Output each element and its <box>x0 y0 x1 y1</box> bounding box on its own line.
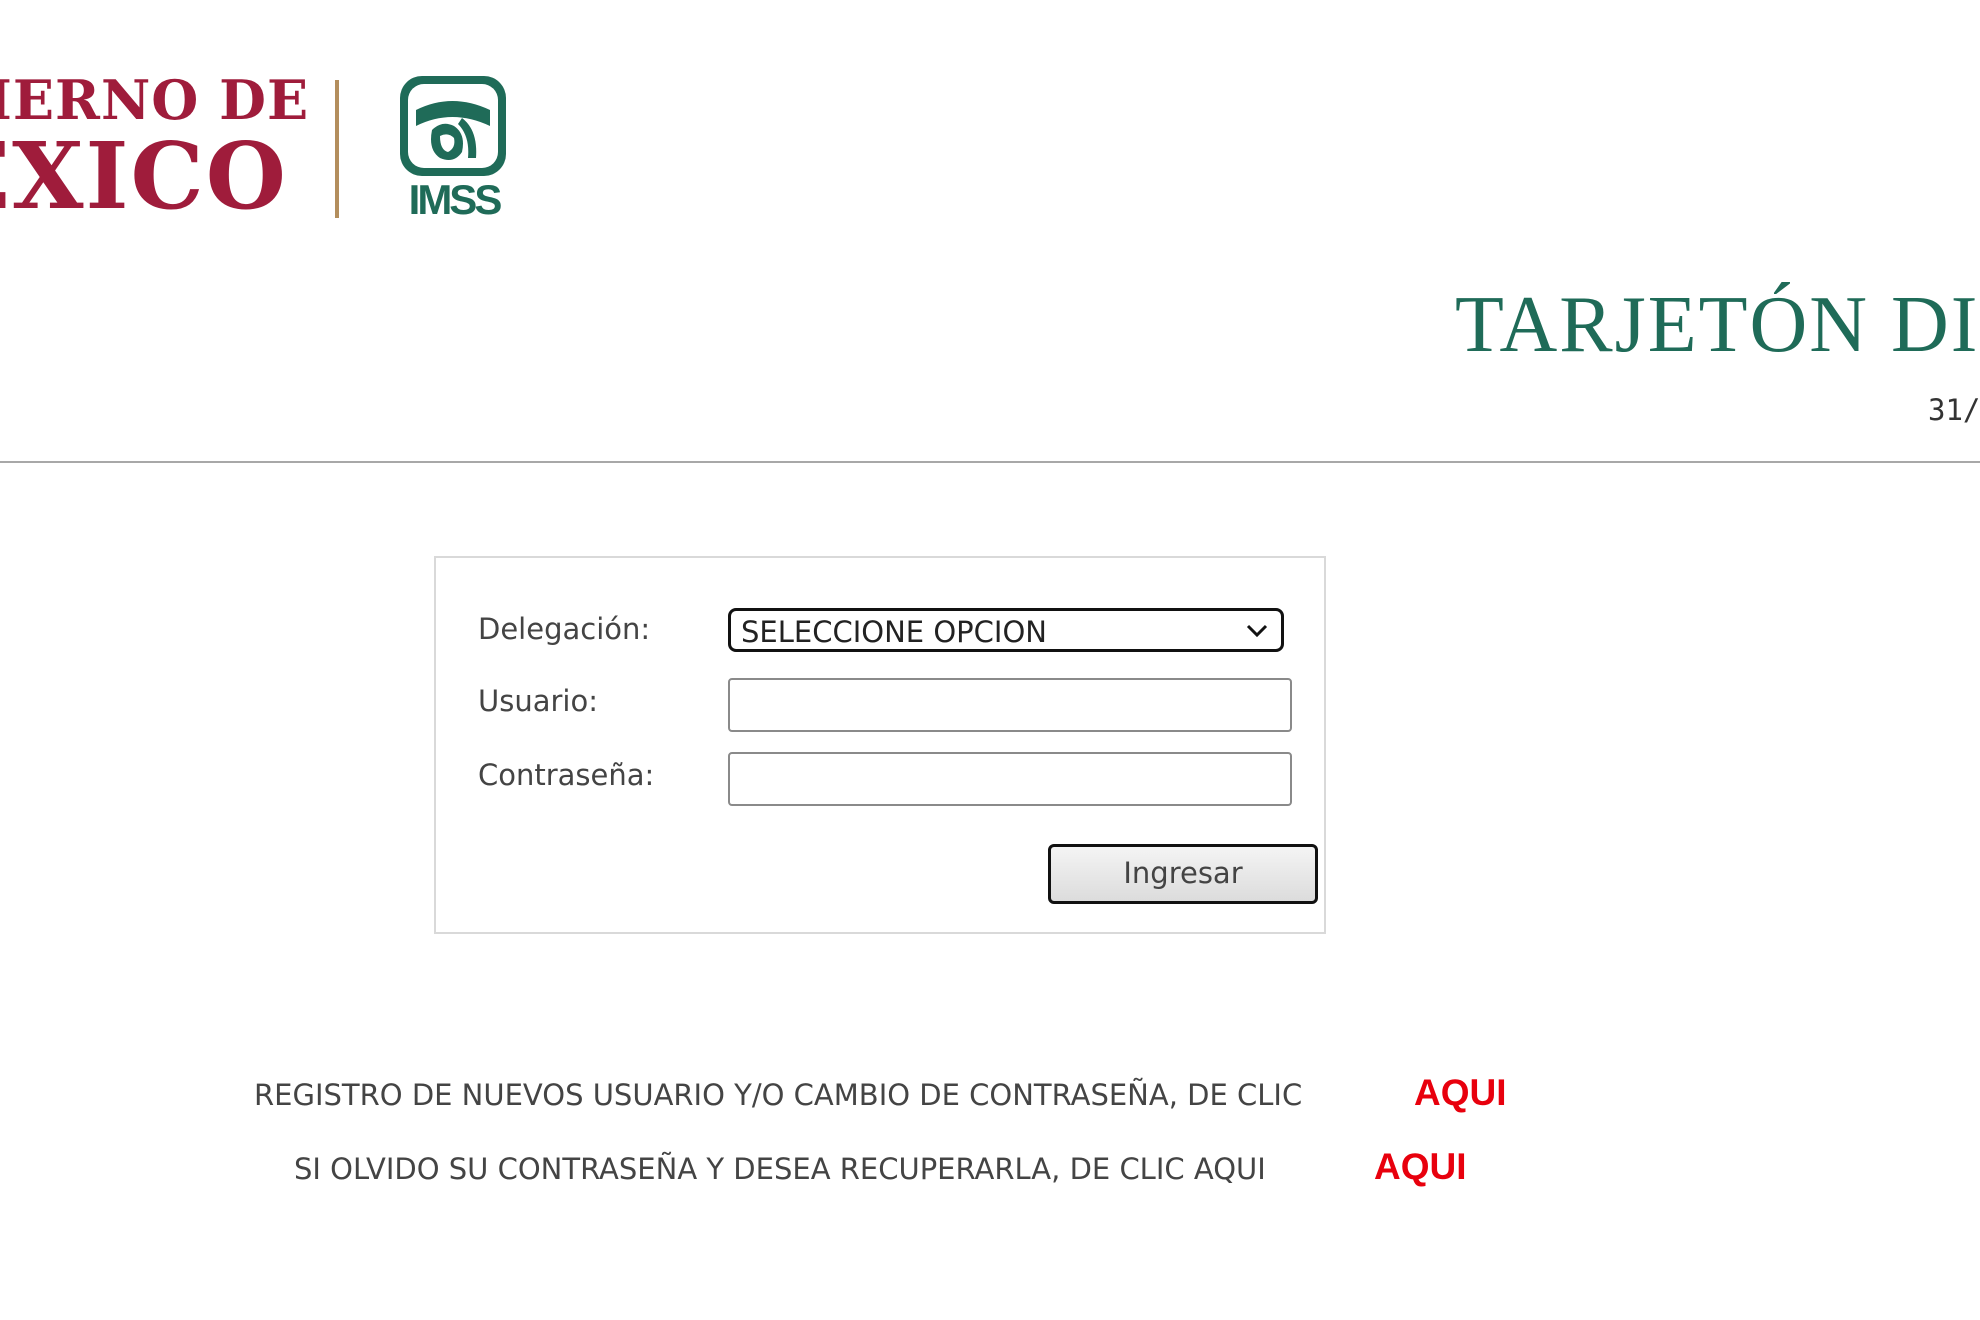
page-title: TARJETÓN DIG <box>1455 281 1980 369</box>
login-form: Delegación: SELECCIONE OPCION Usuario: C… <box>434 556 1326 934</box>
gob-logo-line1: BIERNO DE <box>0 70 310 132</box>
usuario-input[interactable] <box>728 678 1292 732</box>
chevron-down-icon <box>1246 624 1268 638</box>
current-date: 31/ <box>1928 393 1980 427</box>
gobierno-de-mexico-logo: BIERNO DE ÉXICO <box>0 70 310 220</box>
contrasena-label: Contraseña: <box>478 758 655 792</box>
imss-logo-text: IMSS <box>409 176 502 220</box>
imss-eagle-icon <box>400 76 506 176</box>
recover-aqui-link[interactable]: AQUI <box>1374 1146 1467 1188</box>
logo-divider <box>335 80 339 218</box>
register-aqui-link[interactable]: AQUI <box>1414 1072 1507 1114</box>
delegacion-label: Delegación: <box>478 612 651 646</box>
usuario-label: Usuario: <box>478 684 598 718</box>
delegacion-selected-value: SELECCIONE OPCION <box>741 615 1047 649</box>
register-text: REGISTRO DE NUEVOS USUARIO Y/O CAMBIO DE… <box>254 1078 1303 1112</box>
contrasena-input[interactable] <box>728 752 1292 806</box>
recover-text: SI OLVIDO SU CONTRASEÑA Y DESEA RECUPERA… <box>294 1152 1266 1186</box>
ingresar-button[interactable]: Ingresar <box>1048 844 1318 904</box>
login-page: BIERNO DE ÉXICO IMSS TARJETÓN DIG 31/ De… <box>0 0 1980 1320</box>
imss-logo: IMSS <box>400 76 506 220</box>
header-divider <box>0 461 1980 463</box>
delegacion-select[interactable]: SELECCIONE OPCION <box>728 608 1284 652</box>
gob-logo-line2: ÉXICO <box>0 122 288 220</box>
